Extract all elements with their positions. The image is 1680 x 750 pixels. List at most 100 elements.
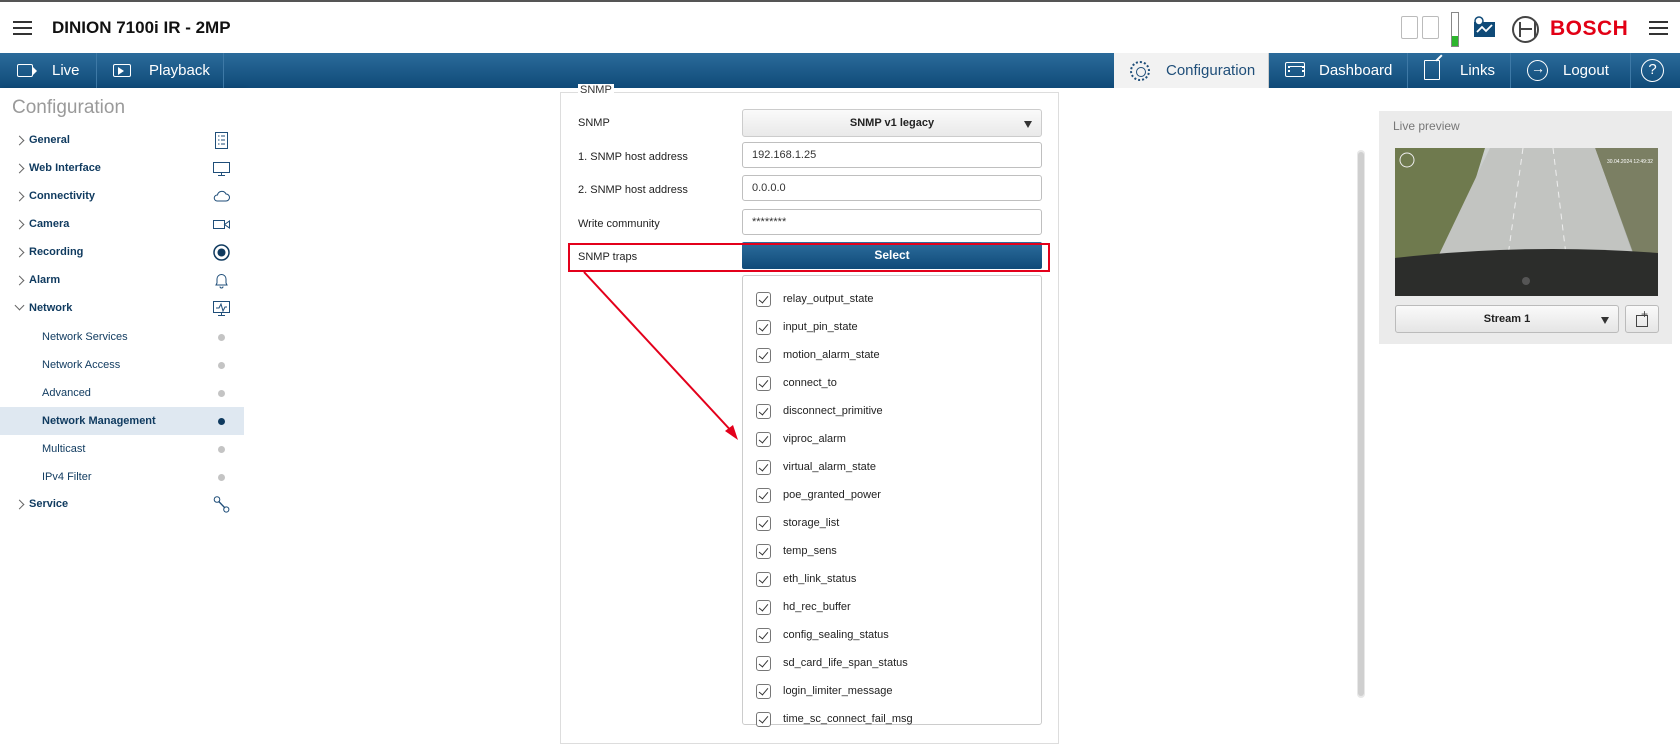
nav-logout[interactable]: Logout xyxy=(1511,53,1631,88)
checkbox-checked-icon[interactable] xyxy=(756,376,771,391)
status-dot-icon xyxy=(218,418,225,425)
trap-item[interactable]: config_sealing_status xyxy=(743,626,1041,646)
sidebar-subitem-label: Network Access xyxy=(42,359,121,371)
trap-item[interactable]: temp_sens xyxy=(743,542,1041,562)
write-community-input[interactable]: ******** xyxy=(742,209,1042,235)
nav-configuration[interactable]: Configuration xyxy=(1114,53,1269,88)
status-dot-icon xyxy=(218,474,225,481)
checkbox-checked-icon[interactable] xyxy=(756,600,771,615)
sidebar-subitem-multicast[interactable]: Multicast xyxy=(0,435,244,463)
sidebar-item-recording[interactable]: Recording xyxy=(0,239,244,267)
trap-label: hd_rec_buffer xyxy=(783,601,851,613)
monitor-icon xyxy=(213,162,230,176)
dropdown-arrow-icon xyxy=(1601,317,1609,324)
status-dot-icon xyxy=(218,334,225,341)
sidebar-item-network[interactable]: Network xyxy=(0,295,244,323)
sidebar-item-label: Alarm xyxy=(29,274,61,286)
checkbox-checked-icon[interactable] xyxy=(756,460,771,475)
sidebar-subitem-ipv4-filter[interactable]: IPv4 Filter xyxy=(0,463,244,491)
trap-item[interactable]: viproc_alarm xyxy=(743,430,1041,450)
trap-label: motion_alarm_state xyxy=(783,349,880,361)
gear-icon xyxy=(1130,61,1150,81)
checkbox-checked-icon[interactable] xyxy=(756,488,771,503)
dropdown-arrow-icon xyxy=(1024,121,1032,128)
trap-item[interactable]: time_sc_connect_fail_msg xyxy=(743,710,1041,730)
sidebar-subitem-network-services[interactable]: Network Services xyxy=(0,323,244,351)
checkbox-checked-icon[interactable] xyxy=(756,712,771,727)
sidebar-subitem-advanced[interactable]: Advanced xyxy=(0,379,244,407)
status-dot-icon xyxy=(218,362,225,369)
nav-help[interactable]: ? xyxy=(1631,53,1680,88)
trap-item[interactable]: sd_card_life_span_status xyxy=(743,654,1041,674)
chevron-right-icon xyxy=(14,163,25,174)
checkbox-checked-icon[interactable] xyxy=(756,544,771,559)
checkbox-checked-icon[interactable] xyxy=(756,320,771,335)
trap-item[interactable]: relay_output_state xyxy=(743,290,1041,310)
checkbox-checked-icon[interactable] xyxy=(756,292,771,307)
sidebar-item-alarm[interactable]: Alarm xyxy=(0,267,244,295)
bosch-armature-icon xyxy=(1512,16,1539,43)
checkbox-checked-icon[interactable] xyxy=(756,516,771,531)
nav-links[interactable]: Links xyxy=(1408,53,1511,88)
sidebar-item-connectivity[interactable]: Connectivity xyxy=(0,183,244,211)
main-scrollbar-thumb[interactable] xyxy=(1358,152,1364,696)
trap-label: config_sealing_status xyxy=(783,629,889,641)
sidebar-item-camera[interactable]: Camera xyxy=(0,211,244,239)
sidebar-item-general[interactable]: General xyxy=(0,127,244,155)
snmp-host2-label: 2. SNMP host address xyxy=(578,184,688,196)
nav-playback[interactable]: Playback xyxy=(97,53,224,88)
stream-select-value: Stream 1 xyxy=(1483,313,1531,325)
sidebar-subitem-label: Network Services xyxy=(42,331,128,343)
sidebar-subitem-network-management[interactable]: Network Management xyxy=(0,407,244,435)
snmp-label: SNMP xyxy=(578,117,610,129)
snmp-version-select[interactable]: SNMP v1 legacy xyxy=(742,109,1042,137)
checkbox-checked-icon[interactable] xyxy=(756,628,771,643)
checkbox-checked-icon[interactable] xyxy=(756,572,771,587)
snmp-host2-input[interactable]: 0.0.0.0 xyxy=(742,175,1042,201)
picture-in-picture-button[interactable] xyxy=(1625,305,1659,333)
menu-icon[interactable] xyxy=(13,21,32,35)
nav-links-label: Links xyxy=(1460,62,1496,79)
trap-item[interactable]: storage_list xyxy=(743,514,1041,534)
trap-item[interactable]: poe_granted_power xyxy=(743,486,1041,506)
annotation-arrow-icon xyxy=(583,271,738,440)
snmp-version-value: SNMP v1 legacy xyxy=(849,117,935,129)
trap-item[interactable]: virtual_alarm_state xyxy=(743,458,1041,478)
trap-item[interactable]: login_limiter_message xyxy=(743,682,1041,702)
checkbox-checked-icon[interactable] xyxy=(756,348,771,363)
trap-label: virtual_alarm_state xyxy=(783,461,876,473)
live-preview-video[interactable]: 30.04.2024 12:49:32 xyxy=(1395,148,1658,296)
trap-label: sd_card_life_span_status xyxy=(783,657,908,669)
app-menu-icon[interactable] xyxy=(1649,21,1668,35)
sidebar-item-web-interface[interactable]: Web Interface xyxy=(0,155,244,183)
storage-slot-icon xyxy=(1401,16,1418,39)
write-community-label: Write community xyxy=(578,218,660,230)
checkbox-checked-icon[interactable] xyxy=(756,432,771,447)
sidebar-item-label: Network xyxy=(29,302,73,314)
checkbox-checked-icon[interactable] xyxy=(756,404,771,419)
trap-item[interactable]: disconnect_primitive xyxy=(743,402,1041,422)
stream-select[interactable]: Stream 1 xyxy=(1395,305,1619,333)
trap-item[interactable]: input_pin_state xyxy=(743,318,1041,338)
trap-item[interactable]: hd_rec_buffer xyxy=(743,598,1041,618)
nav-dashboard[interactable]: Dashboard xyxy=(1269,53,1408,88)
sidebar-subitem-network-access[interactable]: Network Access xyxy=(0,351,244,379)
checkbox-checked-icon[interactable] xyxy=(756,684,771,699)
cloud-icon xyxy=(213,190,230,202)
trap-item[interactable]: eth_link_status xyxy=(743,570,1041,590)
bell-icon xyxy=(215,274,228,289)
nav-configuration-label: Configuration xyxy=(1166,62,1256,79)
camera-feed-image: 30.04.2024 12:49:32 xyxy=(1395,148,1658,296)
nav-live[interactable]: Live xyxy=(0,53,97,88)
sidebar-item-service[interactable]: Service xyxy=(0,491,244,519)
tools-icon[interactable] xyxy=(1473,16,1496,38)
status-dot-icon xyxy=(218,390,225,397)
chevron-right-icon xyxy=(14,219,25,230)
logout-icon xyxy=(1527,60,1548,81)
sidebar-item-label: General xyxy=(29,134,70,146)
checkbox-checked-icon[interactable] xyxy=(756,656,771,671)
chevron-down-icon xyxy=(14,300,25,311)
trap-item[interactable]: motion_alarm_state xyxy=(743,346,1041,366)
snmp-host1-input[interactable]: 192.168.1.25 xyxy=(742,142,1042,168)
trap-item[interactable]: connect_to xyxy=(743,374,1041,394)
